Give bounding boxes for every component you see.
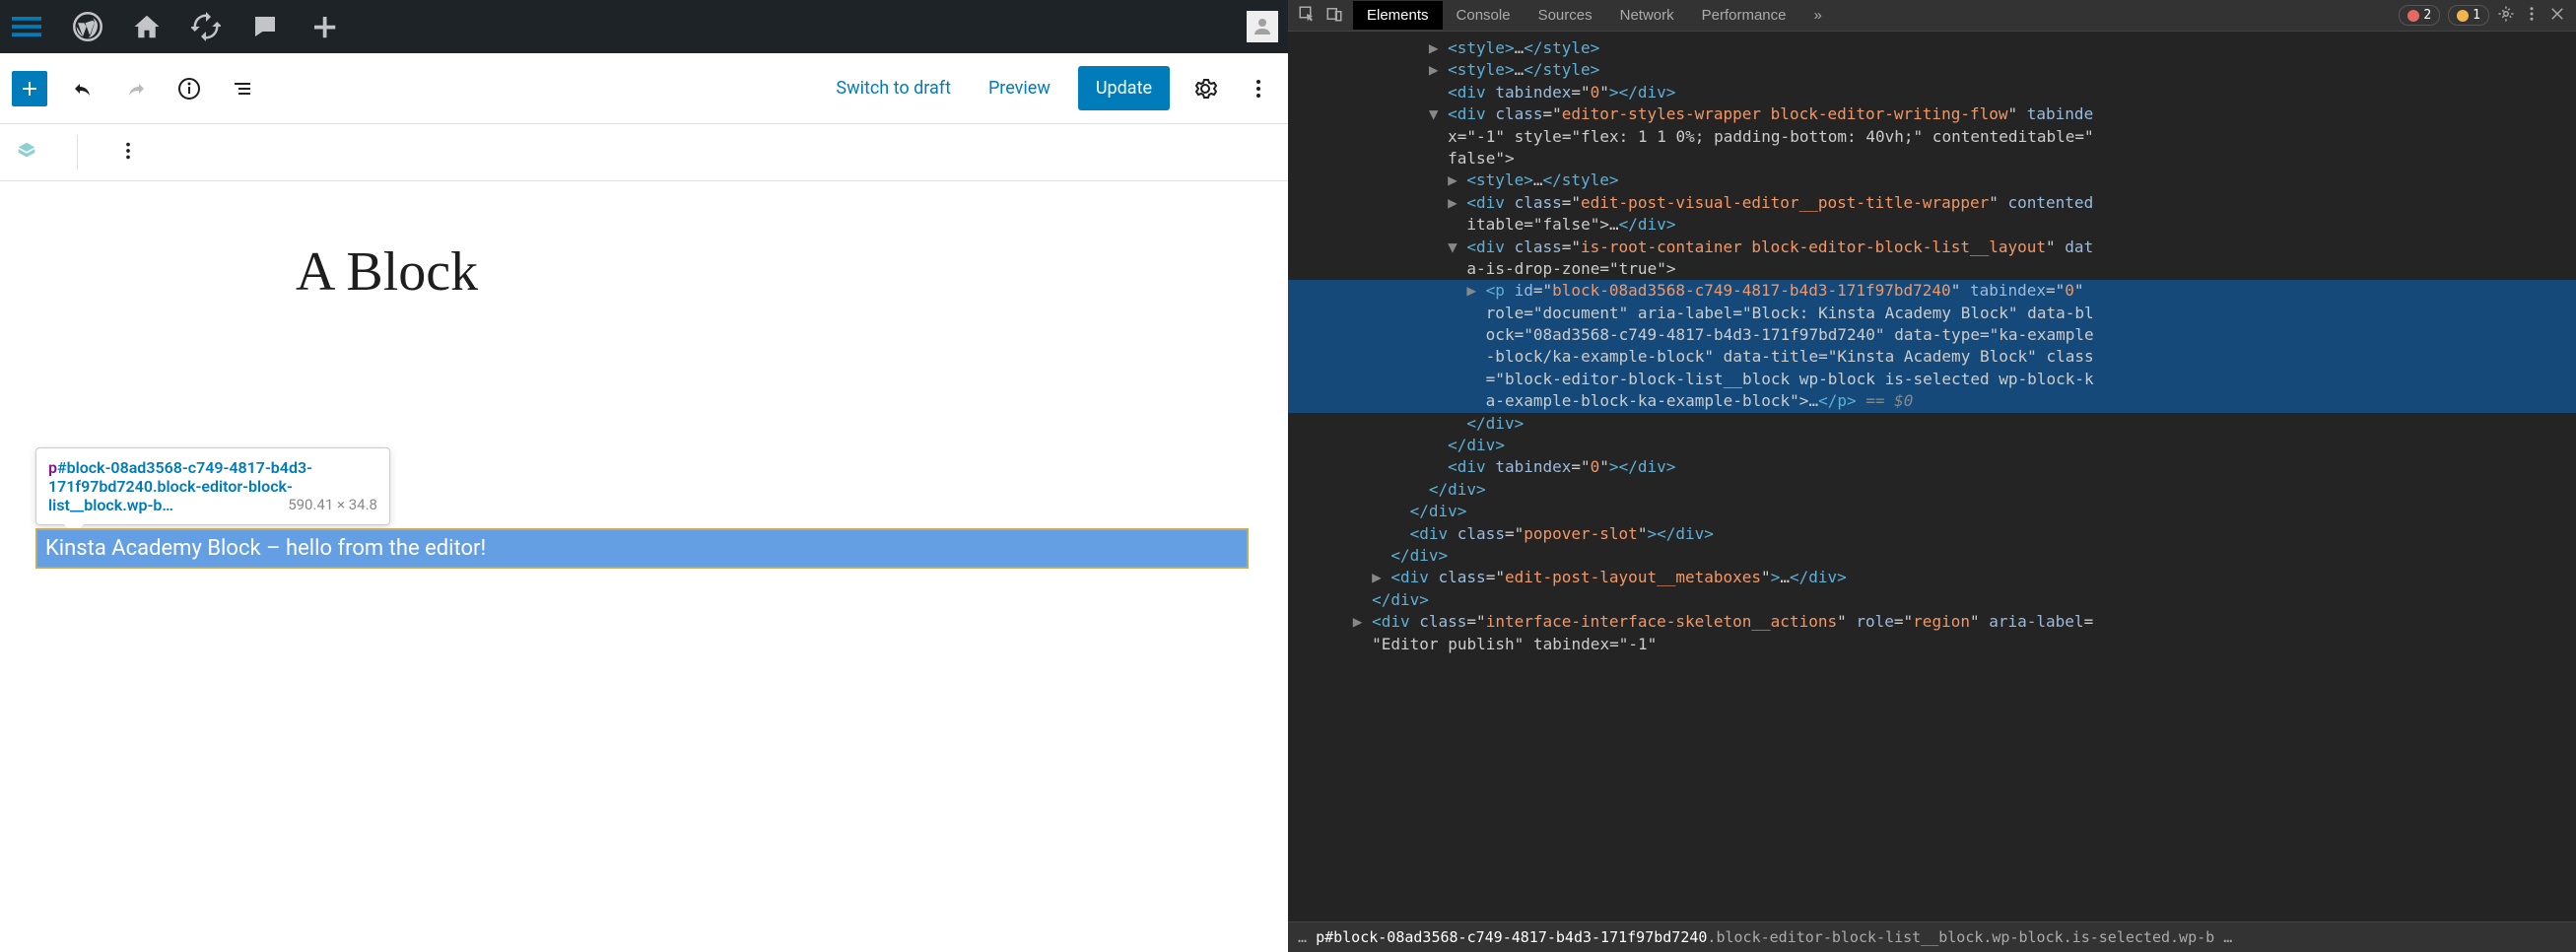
info-button[interactable] bbox=[171, 71, 207, 106]
devtools-settings-icon[interactable] bbox=[2497, 5, 2515, 27]
editor-canvas[interactable]: A Block p#block-08ad3568-c749-4817-b4d3-… bbox=[0, 181, 1288, 952]
undo-button[interactable] bbox=[65, 71, 101, 106]
dom-node[interactable]: </div> bbox=[1288, 501, 2576, 522]
wp-admin-bar bbox=[0, 0, 1288, 53]
dom-node[interactable]: <div tabindex="0"></div> bbox=[1288, 456, 2576, 478]
more-options-icon[interactable] bbox=[1241, 71, 1276, 106]
list-view-button[interactable] bbox=[225, 71, 260, 106]
post-title[interactable]: A Block bbox=[296, 240, 1249, 304]
dom-node-continuation[interactable]: role="document" aria-label="Block: Kinst… bbox=[1288, 303, 2576, 324]
dom-node-continuation[interactable]: ="block-editor-block-list__block wp-bloc… bbox=[1288, 369, 2576, 390]
dom-node[interactable]: ▶ <style>…</style> bbox=[1288, 59, 2576, 81]
tooltip-selector: #block-08ad3568-c749-4817-b4d3-171f97bd7… bbox=[48, 458, 312, 514]
dom-node-continuation[interactable]: x="-1" style="flex: 1 1 0%; padding-bott… bbox=[1288, 126, 2576, 148]
block-toolbar bbox=[0, 124, 1288, 181]
redo-button[interactable] bbox=[118, 71, 154, 106]
dom-node[interactable]: ▼ <div class="is-root-container block-ed… bbox=[1288, 237, 2576, 258]
menu-icon[interactable] bbox=[10, 12, 43, 41]
inspect-element-icon[interactable] bbox=[1298, 5, 1316, 27]
dom-node[interactable]: </div> bbox=[1288, 413, 2576, 435]
dom-node[interactable]: </div> bbox=[1288, 545, 2576, 567]
inspector-tooltip: p#block-08ad3568-c749-4817-b4d3-171f97bd… bbox=[35, 447, 390, 525]
add-new-icon[interactable] bbox=[309, 12, 339, 41]
switch-to-draft-button[interactable]: Switch to draft bbox=[826, 78, 961, 99]
devtools-tab-performance[interactable]: Performance bbox=[1688, 1, 1800, 30]
add-block-button[interactable] bbox=[12, 71, 47, 106]
tooltip-dimensions: 590.41 × 34.8 bbox=[288, 496, 377, 513]
dom-node[interactable]: <div class="popover-slot"></div> bbox=[1288, 523, 2576, 545]
preview-button[interactable]: Preview bbox=[979, 78, 1060, 99]
dom-node-continuation[interactable]: a-is-drop-zone="true"> bbox=[1288, 258, 2576, 280]
more-tabs-icon[interactable]: » bbox=[1800, 1, 1836, 30]
device-toolbar-icon[interactable] bbox=[1325, 5, 1343, 27]
warnings-badge[interactable]: 1 bbox=[2448, 5, 2489, 26]
dom-node[interactable]: <div tabindex="0"></div> bbox=[1288, 82, 2576, 103]
block-type-icon[interactable] bbox=[16, 140, 37, 166]
devtools-tab-network[interactable]: Network bbox=[1606, 1, 1688, 30]
dom-node-continuation[interactable]: itable="false">…</div> bbox=[1288, 214, 2576, 236]
dom-node-continuation[interactable]: -block/ka-example-block" data-title="Kin… bbox=[1288, 346, 2576, 368]
tooltip-tag: p bbox=[48, 458, 57, 477]
dom-node[interactable]: ▶ <div class="edit-post-layout__metaboxe… bbox=[1288, 567, 2576, 588]
devtools-tab-bar: ElementsConsoleSourcesNetworkPerformance… bbox=[1288, 0, 2576, 32]
dom-tree[interactable]: ▶ <style>…</style> ▶ <style>…</style> <d… bbox=[1288, 32, 2576, 921]
devtools-more-icon[interactable] bbox=[2523, 5, 2541, 27]
dom-node[interactable]: ▶ <div class="interface-interface-skelet… bbox=[1288, 611, 2576, 633]
block-more-options-icon[interactable] bbox=[117, 140, 139, 166]
settings-icon[interactable] bbox=[1187, 71, 1223, 106]
separator bbox=[77, 135, 78, 169]
dom-node[interactable]: ▶ <p id="block-08ad3568-c749-4817-b4d3-1… bbox=[1288, 280, 2576, 302]
devtools-tab-elements[interactable]: Elements bbox=[1353, 1, 1443, 30]
dom-node[interactable]: ▶ <style>…</style> bbox=[1288, 170, 2576, 191]
wordpress-editor-pane: Switch to draft Preview Update A Block p… bbox=[0, 0, 1288, 952]
devtools-close-icon[interactable] bbox=[2548, 5, 2566, 27]
dom-node[interactable]: ▶ <div class="edit-post-visual-editor__p… bbox=[1288, 192, 2576, 214]
dom-node[interactable]: ▶ <style>…</style> bbox=[1288, 37, 2576, 59]
dom-node-continuation[interactable]: "Editor publish" tabindex="-1" bbox=[1288, 634, 2576, 655]
update-button[interactable]: Update bbox=[1078, 66, 1170, 110]
dom-node-continuation[interactable]: a-example-block-ka-example-block">…</p> … bbox=[1288, 390, 2576, 412]
devtools-breadcrumb[interactable]: … p#block-08ad3568-c749-4817-b4d3-171f97… bbox=[1288, 921, 2576, 952]
dom-node[interactable]: ▼ <div class="editor-styles-wrapper bloc… bbox=[1288, 103, 2576, 125]
dom-node[interactable]: </div> bbox=[1288, 589, 2576, 611]
devtools-pane: ElementsConsoleSourcesNetworkPerformance… bbox=[1288, 0, 2576, 952]
dom-node[interactable]: </div> bbox=[1288, 435, 2576, 456]
dom-node-continuation[interactable]: false"> bbox=[1288, 148, 2576, 170]
home-icon[interactable] bbox=[132, 12, 162, 41]
devtools-tab-console[interactable]: Console bbox=[1443, 1, 1525, 30]
wordpress-logo-icon[interactable] bbox=[73, 12, 102, 41]
dom-node[interactable]: </div> bbox=[1288, 479, 2576, 501]
user-avatar[interactable] bbox=[1247, 11, 1278, 42]
selected-block[interactable]: Kinsta Academy Block – hello from the ed… bbox=[35, 528, 1249, 569]
errors-badge[interactable]: 2 bbox=[2399, 5, 2440, 26]
refresh-icon[interactable] bbox=[191, 12, 221, 41]
editor-toolbar: Switch to draft Preview Update bbox=[0, 53, 1288, 124]
dom-node-continuation[interactable]: ock="08ad3568-c749-4817-b4d3-171f97bd724… bbox=[1288, 324, 2576, 346]
comment-icon[interactable] bbox=[250, 12, 280, 41]
devtools-tab-sources[interactable]: Sources bbox=[1525, 1, 1606, 30]
